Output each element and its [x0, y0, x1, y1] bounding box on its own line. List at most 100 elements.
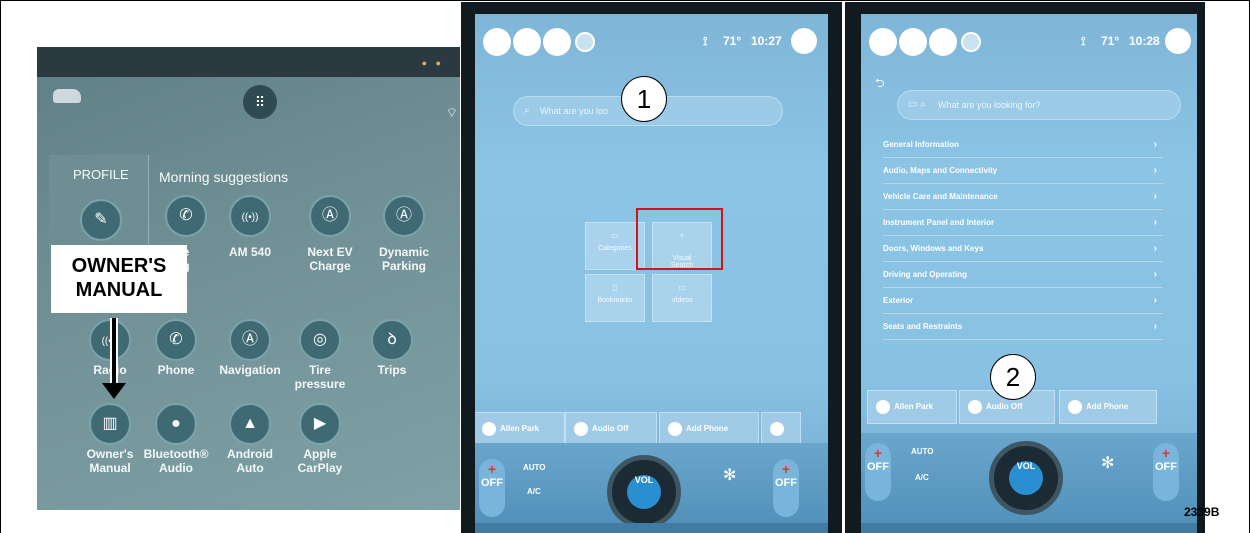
vehicle-icon[interactable]	[53, 89, 81, 103]
bluetooth-icon: ●	[171, 415, 181, 432]
climate-bar: + OFF AUTO A/C VOL ✻ + OFF	[475, 443, 828, 533]
list-item-label: Driving and Operating	[883, 270, 968, 279]
list-item[interactable]: Exterior ›	[883, 288, 1163, 314]
app-grid-button[interactable]: ⠿	[243, 85, 277, 119]
list-item[interactable]: General Information ›	[883, 132, 1163, 158]
ac-label[interactable]: A/C	[915, 473, 929, 482]
audio-chip[interactable]: Audio Off	[565, 412, 657, 446]
list-item-label: General Information	[883, 140, 960, 149]
volume-knob[interactable]: VOL	[607, 455, 681, 529]
bluetooth-app-button[interactable]: ●	[155, 403, 197, 445]
trips-app-button[interactable]: ꝺ	[371, 319, 413, 361]
shortcut-bubble[interactable]	[899, 28, 927, 56]
list-item[interactable]: Instrument Panel and Interior ›	[883, 210, 1163, 236]
fan-icon[interactable]: ✻	[723, 465, 736, 485]
profile-bubble[interactable]	[1165, 28, 1191, 54]
passenger-temp-button[interactable]: + OFF	[1153, 443, 1179, 501]
edit-profile-button[interactable]: ✎	[80, 199, 122, 241]
bottom-strip	[861, 523, 1197, 533]
list-item[interactable]: Seats and Restraints ›	[883, 314, 1163, 340]
app-label: Tire pressure	[294, 363, 346, 391]
navigation-app-button[interactable]: Ⓐ	[309, 195, 351, 237]
more-chip[interactable]	[761, 412, 801, 446]
vol-label: VOL	[1016, 461, 1036, 471]
book-icon: ▥	[102, 415, 118, 432]
ac-label[interactable]: A/C	[527, 487, 541, 496]
list-item-label: Seats and Restraints	[883, 322, 963, 331]
phone-chip[interactable]: Add Phone	[659, 412, 759, 446]
shortcut-bubble[interactable]	[513, 28, 541, 56]
search-input[interactable]: ▭ ⌕ What are you looking for?	[897, 90, 1181, 120]
off-label: OFF	[867, 461, 889, 473]
temperature: 71°	[723, 34, 742, 48]
home-screen-panel: ● ● ⠿ ⌔ PROFILE ✎ Morning suggestions ✆e…	[37, 47, 460, 510]
app-label: Apple CarPlay	[297, 447, 343, 475]
auto-label[interactable]: AUTO	[523, 463, 546, 472]
chevron-right-icon: ›	[1153, 165, 1157, 176]
android-auto-icon: ▲	[242, 415, 258, 432]
chevron-right-icon: ›	[1153, 269, 1157, 280]
tire-icon: ◎	[313, 331, 327, 348]
signal-icon: ⟟	[1081, 34, 1086, 48]
radio-icon: ((•))	[241, 212, 259, 223]
location-chip[interactable]: Allen Park	[867, 390, 957, 424]
navigation-icon: Ⓐ	[241, 331, 258, 348]
tire-app-button[interactable]: ◎	[299, 319, 341, 361]
app-label: Dynamic Parking	[378, 245, 430, 273]
search-icon: ▭ ⌕	[908, 99, 926, 110]
carplay-app-button[interactable]: ▶	[299, 403, 341, 445]
chevron-right-icon: ›	[1153, 295, 1157, 306]
navigation-icon: Ⓐ	[321, 207, 338, 224]
profile-bubble[interactable]	[791, 28, 817, 54]
android-auto-app-button[interactable]: ▲	[229, 403, 271, 445]
shortcut-bubble[interactable]	[543, 28, 571, 56]
search-screen-phone: ⟟ 71° 10:27 ⌕ What are you loo ▭ Categor…	[461, 2, 842, 533]
phone-app-button[interactable]: ✆	[165, 195, 207, 237]
visual-search-highlight	[636, 208, 723, 270]
list-item-label: Exterior	[883, 296, 914, 305]
driver-temp-button[interactable]: + OFF	[865, 443, 891, 501]
app-label: Phone	[157, 363, 195, 377]
wifi-icon: ⌔	[445, 105, 458, 120]
profile-label: PROFILE	[73, 167, 129, 182]
list-item[interactable]: Vehicle Care and Maintenance ›	[883, 184, 1163, 210]
back-arrow-icon[interactable]: ⮌	[875, 74, 885, 95]
app-label: Android Auto	[227, 447, 273, 475]
list-item[interactable]: Audio, Maps and Connectivity ›	[883, 158, 1163, 184]
search-placeholder: What are you loo	[540, 106, 609, 116]
navigation-app-button[interactable]: Ⓐ	[229, 319, 271, 361]
phone-app-button[interactable]: ✆	[155, 319, 197, 361]
fan-icon[interactable]: ✻	[1101, 453, 1114, 473]
tile-label: Categories	[598, 245, 632, 252]
chevron-right-icon: ›	[1153, 191, 1157, 202]
list-item[interactable]: Driving and Operating ›	[883, 262, 1163, 288]
driver-temp-button[interactable]: + OFF	[479, 459, 505, 517]
app-label: Navigation	[219, 363, 281, 377]
shortcut-bubble[interactable]	[869, 28, 897, 56]
book-app-button[interactable]: ▥	[89, 403, 131, 445]
search-icon: ⌕	[524, 105, 530, 116]
radio-app-button[interactable]: ((•))	[229, 195, 271, 237]
category-list-screen: ⟟ 71° 10:28 ⮌ ▭ ⌕ What are you looking f…	[861, 14, 1197, 533]
shortcut-bubble[interactable]	[929, 28, 957, 56]
list-item[interactable]: Doors, Windows and Keys ›	[883, 236, 1163, 262]
auto-label[interactable]: AUTO	[911, 447, 934, 456]
category-list-phone: ⟟ 71° 10:28 ⮌ ▭ ⌕ What are you looking f…	[845, 2, 1205, 533]
carplay-icon: ▶	[313, 415, 327, 432]
shortcut-bubble-small[interactable]	[961, 32, 981, 52]
navigation-app-button[interactable]: Ⓐ	[383, 195, 425, 237]
videos-icon: ▭	[678, 283, 686, 292]
volume-knob[interactable]: VOL	[989, 441, 1063, 515]
videos-tile[interactable]: ▭ Videos	[652, 274, 712, 322]
shortcut-bubble-small[interactable]	[575, 32, 595, 52]
off-label: OFF	[481, 477, 503, 489]
tile-label: Videos	[671, 297, 693, 304]
passenger-temp-button[interactable]: + OFF	[773, 459, 799, 517]
phone-chip[interactable]: Add Phone	[1059, 390, 1157, 424]
shortcut-bubble[interactable]	[483, 28, 511, 56]
location-chip[interactable]: Allen Park	[475, 412, 565, 446]
arrow-head-icon	[102, 383, 126, 399]
list-item-label: Audio, Maps and Connectivity	[883, 166, 998, 175]
clock: 10:27	[751, 34, 782, 48]
bookmarks-tile[interactable]: ▯ Bookmarks	[585, 274, 645, 322]
